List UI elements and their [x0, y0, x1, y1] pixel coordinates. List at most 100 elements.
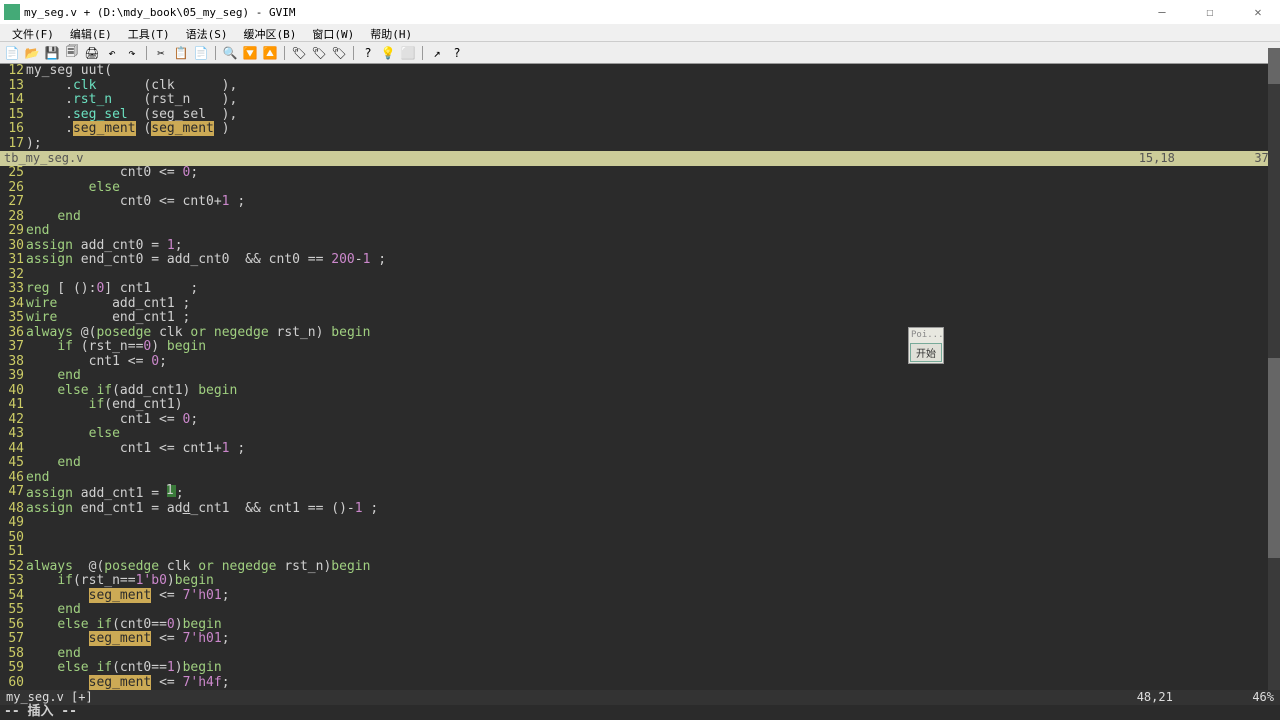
- code-line[interactable]: 31assign end_cnt0 = add_cnt0 && cnt0 == …: [0, 253, 1280, 268]
- code-content[interactable]: seg_ment <= 7'h01;: [26, 589, 230, 604]
- code-content[interactable]: wire add_cnt1 ;: [26, 297, 190, 312]
- code-line[interactable]: 46end: [0, 471, 1280, 486]
- code-content[interactable]: end: [26, 210, 81, 225]
- toolbar-icon[interactable]: ↶: [104, 45, 120, 61]
- toolbar-icon[interactable]: 💡: [380, 45, 396, 61]
- code-line[interactable]: 29end: [0, 224, 1280, 239]
- menu-item[interactable]: 窗口(W): [304, 24, 362, 41]
- code-content[interactable]: cnt0 <= cnt0+1 ;: [26, 195, 245, 210]
- code-line[interactable]: 51: [0, 545, 1280, 560]
- toolbar-icon[interactable]: 📋: [173, 45, 189, 61]
- toolbar-icon[interactable]: ⬜: [400, 45, 416, 61]
- menu-item[interactable]: 工具(T): [120, 24, 178, 41]
- code-content[interactable]: .seg_sel (seg_sel ),: [26, 108, 237, 123]
- code-line[interactable]: 57 seg_ment <= 7'h01;: [0, 632, 1280, 647]
- code-content[interactable]: end: [26, 456, 81, 471]
- code-content[interactable]: else if(cnt0==1)begin: [26, 661, 222, 676]
- code-line[interactable]: 42 cnt1 <= 0;: [0, 413, 1280, 428]
- toolbar-icon[interactable]: 🗐: [64, 45, 80, 61]
- code-content[interactable]: seg_ment <= 7'h01;: [26, 632, 230, 647]
- pane-divider[interactable]: tb_my_seg.v 15,18 37%: [0, 151, 1280, 166]
- upper-pane[interactable]: 12my_seg uut(13 .clk (clk ),14 .rst_n (r…: [0, 64, 1280, 151]
- code-content[interactable]: .clk (clk ),: [26, 79, 237, 94]
- toolbar-icon[interactable]: ↷: [124, 45, 140, 61]
- toolbar-icon[interactable]: 🔽: [242, 45, 258, 61]
- code-content[interactable]: end: [26, 369, 81, 384]
- toolbar-icon[interactable]: 🖨: [84, 45, 100, 61]
- code-line[interactable]: 47assign add_cnt1 = ;: [0, 485, 1280, 502]
- code-content[interactable]: assign end_cnt0 = add_cnt0 && cnt0 == 20…: [26, 253, 386, 268]
- code-content[interactable]: cnt1 <= 0;: [26, 355, 167, 370]
- code-line[interactable]: 45 end: [0, 456, 1280, 471]
- code-line[interactable]: 59 else if(cnt0==1)begin: [0, 661, 1280, 676]
- menu-item[interactable]: 文件(F): [4, 24, 62, 41]
- code-line[interactable]: 34wire add_cnt1 ;: [0, 297, 1280, 312]
- code-content[interactable]: assign end_cnt1 = add_cnt1 && cnt1 == ()…: [26, 502, 378, 517]
- code-line[interactable]: 14 .rst_n (rst_n ),: [0, 93, 1280, 108]
- toolbar-icon[interactable]: 📂: [24, 45, 40, 61]
- code-line[interactable]: 12my_seg uut(: [0, 64, 1280, 79]
- code-content[interactable]: always @(posedge clk or negedge rst_n) b…: [26, 326, 370, 341]
- toolbar-icon[interactable]: 🔍: [222, 45, 238, 61]
- code-line[interactable]: 28 end: [0, 210, 1280, 225]
- code-line[interactable]: 60 seg_ment <= 7'h4f;: [0, 676, 1280, 691]
- code-line[interactable]: 32: [0, 268, 1280, 283]
- code-line[interactable]: 25 cnt0 <= 0;: [0, 166, 1280, 181]
- toolbar-icon[interactable]: 📄: [193, 45, 209, 61]
- code-content[interactable]: cnt1 <= cnt1+1 ;: [26, 442, 245, 457]
- code-line[interactable]: 56 else if(cnt0==0)begin: [0, 618, 1280, 633]
- code-line[interactable]: 39 end: [0, 369, 1280, 384]
- toolbar-icon[interactable]: 🏷: [291, 45, 307, 61]
- code-content[interactable]: );: [26, 137, 42, 152]
- start-button[interactable]: 开始: [910, 343, 942, 362]
- code-content[interactable]: else: [26, 427, 120, 442]
- code-line[interactable]: 58 end: [0, 647, 1280, 662]
- code-line[interactable]: 27 cnt0 <= cnt0+1 ;: [0, 195, 1280, 210]
- code-line[interactable]: 43 else: [0, 427, 1280, 442]
- code-line[interactable]: 44 cnt1 <= cnt1+1 ;: [0, 442, 1280, 457]
- code-content[interactable]: if (rst_n==0) begin: [26, 340, 206, 355]
- code-line[interactable]: 36always @(posedge clk or negedge rst_n)…: [0, 326, 1280, 341]
- code-content[interactable]: end: [26, 224, 49, 239]
- maximize-button[interactable]: ☐: [1192, 2, 1228, 22]
- code-line[interactable]: 49: [0, 516, 1280, 531]
- code-line[interactable]: 53 if(rst_n==1'b0)begin: [0, 574, 1280, 589]
- menu-item[interactable]: 缓冲区(B): [236, 24, 305, 41]
- code-content[interactable]: assign add_cnt1 = ;: [26, 485, 184, 502]
- toolbar-icon[interactable]: 🏷: [311, 45, 327, 61]
- code-content[interactable]: cnt1 <= 0;: [26, 413, 198, 428]
- scrollbar-thumb-lower[interactable]: [1268, 358, 1280, 558]
- code-content[interactable]: if(end_cnt1): [26, 398, 183, 413]
- toolbar-icon[interactable]: ?: [360, 45, 376, 61]
- menu-item[interactable]: 帮助(H): [362, 24, 420, 41]
- code-content[interactable]: if(rst_n==1'b0)begin: [26, 574, 214, 589]
- editor-area[interactable]: 12my_seg uut(13 .clk (clk ),14 .rst_n (r…: [0, 64, 1280, 720]
- toolbar-icon[interactable]: ?: [449, 45, 465, 61]
- code-line[interactable]: 35wire end_cnt1 ;: [0, 311, 1280, 326]
- lower-pane[interactable]: 25 cnt0 <= 0;26 else27 cnt0 <= cnt0+1 ;2…: [0, 166, 1280, 690]
- code-line[interactable]: 40 else if(add_cnt1) begin: [0, 384, 1280, 399]
- code-line[interactable]: 50: [0, 531, 1280, 546]
- toolbar-icon[interactable]: 💾: [44, 45, 60, 61]
- code-content[interactable]: .rst_n (rst_n ),: [26, 93, 237, 108]
- code-content[interactable]: assign add_cnt0 = 1;: [26, 239, 183, 254]
- toolbar-icon[interactable]: ✂: [153, 45, 169, 61]
- toolbar-icon[interactable]: 🔼: [262, 45, 278, 61]
- code-line[interactable]: 55 end: [0, 603, 1280, 618]
- toolbar-icon[interactable]: ↗: [429, 45, 445, 61]
- code-content[interactable]: always @(posedge clk or negedge rst_n)be…: [26, 560, 370, 575]
- code-content[interactable]: end: [26, 647, 81, 662]
- code-content[interactable]: end: [26, 471, 49, 486]
- code-line[interactable]: 17);: [0, 137, 1280, 152]
- scrollbar-track[interactable]: [1268, 48, 1280, 690]
- code-content[interactable]: seg_ment <= 7'h4f;: [26, 676, 230, 691]
- close-button[interactable]: ✕: [1240, 2, 1276, 22]
- menu-item[interactable]: 编辑(E): [62, 24, 120, 41]
- code-content[interactable]: end: [26, 603, 81, 618]
- code-content[interactable]: else if(cnt0==0)begin: [26, 618, 222, 633]
- code-content[interactable]: cnt0 <= 0;: [26, 166, 198, 181]
- code-line[interactable]: 30assign add_cnt0 = 1;: [0, 239, 1280, 254]
- code-line[interactable]: 13 .clk (clk ),: [0, 79, 1280, 94]
- code-line[interactable]: 48assign end_cnt1 = add_cnt1 && cnt1 == …: [0, 502, 1280, 517]
- code-line[interactable]: 41 if(end_cnt1): [0, 398, 1280, 413]
